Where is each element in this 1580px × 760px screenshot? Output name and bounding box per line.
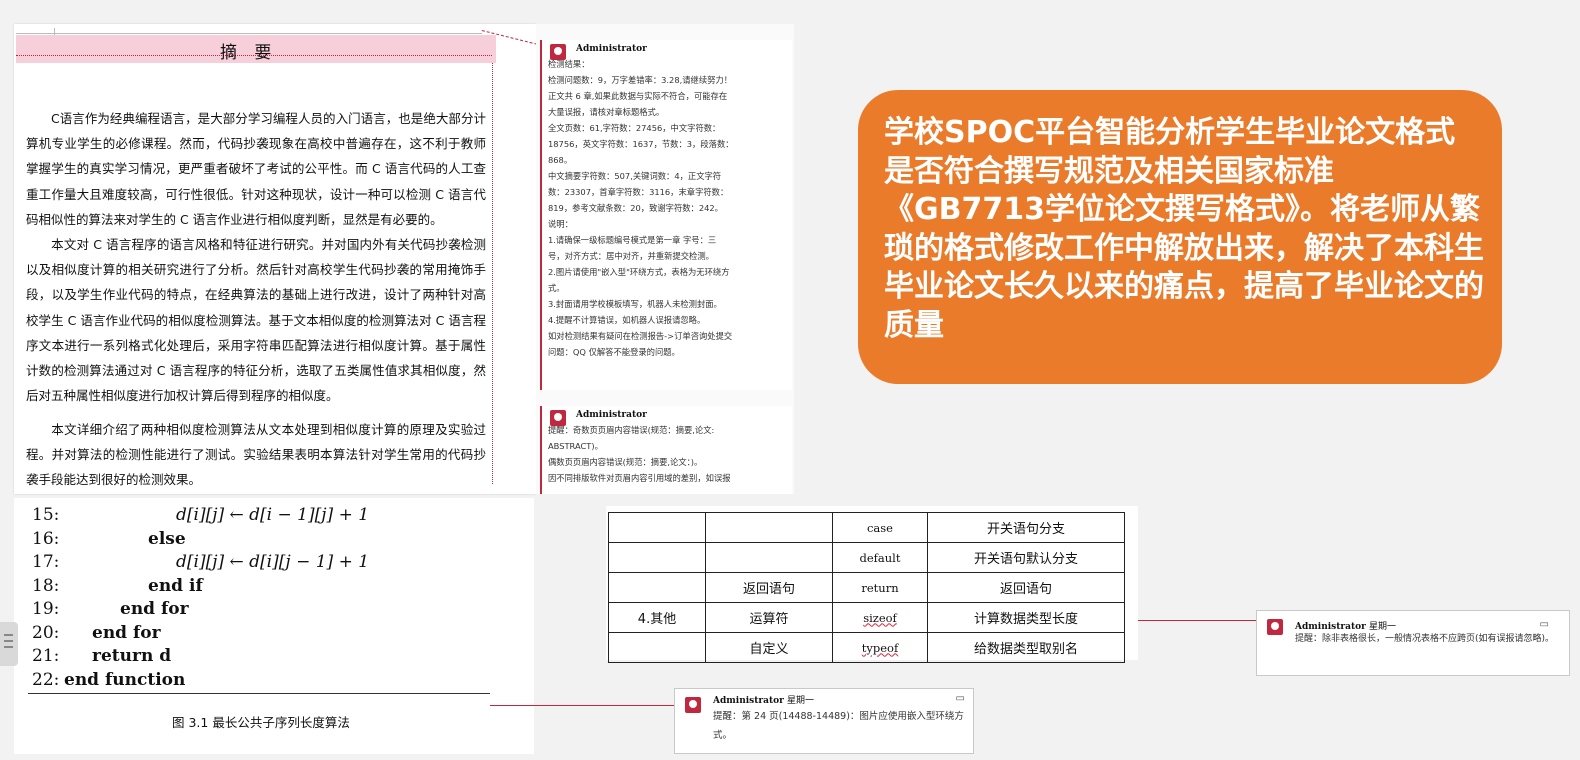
algorithm-code: end for <box>92 622 161 643</box>
algorithm-bottom-rule <box>28 693 490 694</box>
comment-connector-line <box>490 705 674 706</box>
table-cell[interactable]: 开关语句分支 <box>927 512 1125 543</box>
comment-body: 提醒：除非表格很长，一般情况表格不应跨页(如有误报请忽略)。 <box>1295 634 1555 644</box>
table-cell-text: 开关语句默认分支 <box>973 552 1078 567</box>
table-cell-text: 开关语句分支 <box>986 522 1065 537</box>
table-cell[interactable]: typeof <box>832 632 928 663</box>
table-cell[interactable]: 运算符 <box>705 602 833 633</box>
line-number: 20: <box>32 622 60 643</box>
table-cell[interactable]: 给数据类型取别名 <box>927 632 1125 663</box>
table-row: 自定义 typeof 给数据类型取别名 <box>608 632 1125 663</box>
callout-text: 学校SPOC平台智能分析学生毕业论文格式是否符合撰写规范及相关国家标准《GB77… <box>884 115 1484 343</box>
table-cell[interactable]: 自定义 <box>705 632 833 663</box>
table-cell[interactable] <box>705 542 833 573</box>
margin-line-right <box>492 58 493 484</box>
algorithm-line: 19: end for <box>32 599 189 623</box>
algorithm-line: 17: d[i][j] ← d[i][j − 1] + 1 <box>32 552 369 576</box>
line-number: 17: <box>32 552 60 572</box>
table-cell[interactable]: 开关语句默认分支 <box>927 542 1125 573</box>
table-cell-text: 4.其他 <box>637 612 677 627</box>
line-number: 16: <box>32 528 60 549</box>
user-avatar-icon <box>685 697 701 713</box>
user-avatar-icon <box>1267 619 1283 635</box>
algorithm-line: 21: return d <box>32 646 171 670</box>
algorithm-code: d[i][j] ← d[i][j − 1] + 1 <box>176 552 370 572</box>
abstract-paragraph-1: C语言作为经典编程语言，是大部分学习编程人员的入门语言，也是绝大部分计算机专业学… <box>26 111 486 227</box>
table-cell[interactable]: 返回语句 <box>705 572 833 603</box>
line-number: 19: <box>32 599 60 619</box>
table-cell-text: default <box>859 550 901 565</box>
algorithm-code: else <box>148 528 186 549</box>
abstract-paragraph-2: 本文对 C 语言程序的语言风格和特征进行研究。并对国内外有关代码抄袭检测以及相似… <box>26 237 486 404</box>
algorithm-code: end for <box>120 599 189 619</box>
line-number: 21: <box>32 646 60 666</box>
table-cell-text: 运算符 <box>749 612 789 627</box>
comment-author: Administrator <box>576 44 647 54</box>
table-cell-text: return <box>861 580 899 595</box>
table-row: case 开关语句分支 <box>608 512 1125 543</box>
algorithm-code: d[i][j] ← d[i − 1][j] + 1 <box>176 505 370 525</box>
table-cell-text: 计算数据类型长度 <box>973 612 1078 627</box>
table-cell[interactable] <box>608 542 706 573</box>
table-cell[interactable]: case <box>832 512 928 543</box>
table-cell[interactable]: 4.其他 <box>608 602 706 633</box>
algorithm-code: end function <box>64 669 186 690</box>
table-cell[interactable] <box>608 512 706 543</box>
side-panel-toggle[interactable] <box>0 622 18 666</box>
table-cell-text: sizeof <box>863 610 897 625</box>
table-cell[interactable]: return <box>832 572 928 603</box>
table-cell-text: 返回语句 <box>999 582 1052 597</box>
algorithm-code: return d <box>92 646 172 666</box>
comment-body: 提醒：第 24 页(14488-14489)：图片应使用嵌入型环绕方式。 <box>713 711 964 741</box>
algorithm-line: 20: end for <box>32 623 161 647</box>
table-cell[interactable]: sizeof <box>832 602 928 633</box>
table-row: 返回语句 return 返回语句 <box>608 572 1125 603</box>
comment-author-line: Administrator 星期一 <box>713 696 815 706</box>
table-cell[interactable] <box>705 512 833 543</box>
table-cell[interactable]: default <box>832 542 928 573</box>
table-cell-text: 给数据类型取别名 <box>973 642 1078 657</box>
table-cell-text: 返回语句 <box>742 582 795 597</box>
comment-body: 提醒：奇数页页眉内容错误(规范：摘要,论文: ABSTRACT)。 偶数页页眉内容… <box>548 425 731 483</box>
table-row: 4.其他 运算符 sizeof 计算数据类型长度 <box>608 602 1125 633</box>
table-row: default 开关语句默认分支 <box>608 542 1125 573</box>
line-number: 15: <box>32 505 60 525</box>
comment-connector-line <box>1138 620 1256 621</box>
comment-menu-icon[interactable]: ▭ <box>1540 619 1549 630</box>
table-cell[interactable]: 计算数据类型长度 <box>927 602 1125 633</box>
abstract-paragraph-3: 本文详细介绍了两种相似度检测算法从文本处理到相似度计算的原理及实验过程。并对算法… <box>26 422 486 488</box>
table-cell[interactable] <box>608 632 706 663</box>
figure-caption: 图 3.1 最长公共子序列长度算法 <box>172 715 350 730</box>
algorithm-line: 15: d[i][j] ← d[i − 1][j] + 1 <box>32 505 369 529</box>
table-cell-text: 自定义 <box>749 642 789 657</box>
algorithm-line: 22: end function <box>32 670 185 694</box>
comment-author: Administrator <box>576 410 647 420</box>
table-cell[interactable] <box>608 572 706 603</box>
algorithm-line: 18: end if <box>32 576 203 600</box>
abstract-title: 摘 要 <box>220 43 278 63</box>
table-cell-text: case <box>866 520 893 535</box>
comment-balloon-3[interactable]: Administrator 星期一 ▭ 提醒：除非表格很长，一般情况表格不应跨页… <box>1256 610 1570 676</box>
comment-balloon-2[interactable]: Administrator 提醒：奇数页页眉内容错误(规范：摘要,论文: ABST… <box>540 406 792 494</box>
margin-line-top <box>16 33 482 34</box>
table-cell-text: typeof <box>861 640 899 655</box>
algorithm-code: end if <box>148 575 203 596</box>
line-number: 18: <box>32 575 60 596</box>
comment-balloon-4[interactable]: Administrator 星期一 ▭ 提醒：第 24 页(14488-1448… <box>674 688 974 754</box>
table-cell[interactable]: 返回语句 <box>927 572 1125 603</box>
comment-balloon-1[interactable]: Administrator 检测结果： 检测问题数：9，万字差错率：3.28,请继… <box>540 40 792 390</box>
keyword-table: case 开关语句分支 default 开关语句默认分支 返回语句 return 返回语句 4… <box>608 512 1125 663</box>
comment-body: 检测结果： 检测问题数：9，万字差错率：3.28,请继续努力！ 正文共 6 章,如… <box>548 59 734 357</box>
comment-menu-icon[interactable]: ▭ <box>956 693 965 704</box>
algorithm-line: 16: else <box>32 529 186 553</box>
